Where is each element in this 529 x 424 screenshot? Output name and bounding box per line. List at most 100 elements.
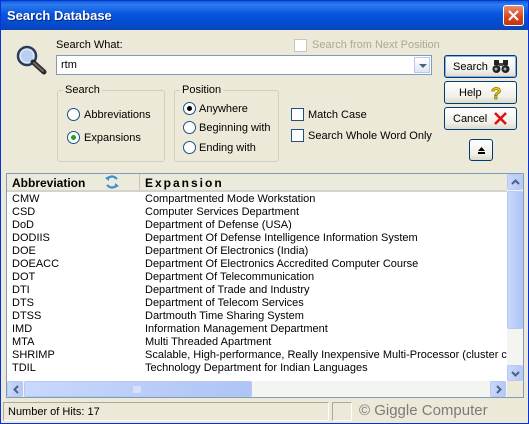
table-row[interactable]: DTSS Dartmouth Time Sharing System xyxy=(7,310,510,323)
help-button[interactable]: Help ? xyxy=(444,81,517,104)
table-row[interactable]: DTI Department of Trade and Industry xyxy=(7,284,510,297)
radio-anywhere[interactable] xyxy=(183,102,196,115)
abbreviation-cell: IMD xyxy=(12,323,33,335)
radio-beginning-with-label: Beginning with xyxy=(199,122,271,134)
radio-anywhere-label: Anywhere xyxy=(199,103,248,115)
abbreviation-cell: MTA xyxy=(12,336,35,348)
search-button[interactable]: Search xyxy=(444,55,517,78)
search-group xyxy=(57,90,165,162)
horizontal-scroll-thumb[interactable] xyxy=(24,381,252,397)
table-row[interactable]: TDIL Technology Department for Indian Lan… xyxy=(7,362,510,375)
radio-ending-with[interactable] xyxy=(183,141,196,154)
expansion-cell: Information Management Department xyxy=(145,323,328,335)
cancel-button-label: Cancel xyxy=(453,113,488,125)
table-row[interactable]: SHRIMP Scalable, High-performance, Really… xyxy=(7,349,510,362)
abbreviation-cell: DTS xyxy=(12,297,34,309)
expansion-cell: Multi Threaded Apartment xyxy=(145,336,272,348)
list-header: Abbreviation Expansion xyxy=(7,174,510,192)
scroll-down-button[interactable] xyxy=(507,365,523,381)
close-icon xyxy=(508,10,519,21)
table-row[interactable]: CMW Compartmented Mode Workstation xyxy=(7,193,510,206)
expansion-cell: Department of Telecom Services xyxy=(145,297,304,309)
search-button-label: Search xyxy=(453,61,488,73)
scroll-corner xyxy=(507,381,523,397)
vertical-scroll-thumb[interactable] xyxy=(507,191,523,329)
combo-dropdown-arrow[interactable] xyxy=(414,57,430,73)
expansion-cell: Department of Defense (USA) xyxy=(145,219,292,231)
column-header-abbreviation[interactable]: Abbreviation xyxy=(7,174,140,190)
help-button-label: Help xyxy=(459,87,482,99)
chevron-up-icon xyxy=(511,179,520,185)
status-panel-empty xyxy=(332,402,352,421)
abbreviation-cell: DOE xyxy=(12,245,36,257)
chevron-left-icon xyxy=(13,385,19,394)
expansion-cell: Computer Services Department xyxy=(145,206,300,218)
status-panel-hits: Number of Hits: 17 xyxy=(3,402,329,421)
abbreviation-cell: CSD xyxy=(12,206,36,218)
search-what-combobox[interactable]: rtm xyxy=(56,55,432,75)
help-question-icon: ? xyxy=(491,84,502,102)
table-row[interactable]: IMD Information Management Department xyxy=(7,323,510,336)
abbreviation-cell: TDIL xyxy=(12,362,36,374)
scroll-grip-icon xyxy=(133,386,141,393)
abbreviation-cell: CMW xyxy=(12,193,40,205)
svg-text:?: ? xyxy=(491,84,501,102)
magnifier-icon xyxy=(16,45,47,75)
position-group-label: Position xyxy=(180,84,224,96)
scroll-right-button[interactable] xyxy=(490,381,506,397)
match-case-label: Match Case xyxy=(308,109,367,121)
sort-icon xyxy=(105,175,119,189)
expansion-cell: Scalable, High-performance, Really Inexp… xyxy=(145,349,509,361)
radio-abbreviations[interactable] xyxy=(67,108,80,121)
horizontal-scrollbar[interactable] xyxy=(7,381,523,397)
expansion-cell: Compartmented Mode Workstation xyxy=(145,193,316,205)
close-button[interactable] xyxy=(503,5,524,26)
scroll-up-button[interactable] xyxy=(507,174,523,190)
search-what-label: Search What: xyxy=(56,39,123,51)
table-row[interactable]: DOT Department Of Telecommunication xyxy=(7,271,510,284)
whole-word-checkbox[interactable] xyxy=(291,129,304,142)
copyright-text: © Giggle Computer xyxy=(359,402,488,419)
expansion-cell: Department Of Electronics Accredited Com… xyxy=(145,258,419,270)
search-from-next-checkbox[interactable] xyxy=(294,39,307,52)
column-header-expansion[interactable]: Expansion xyxy=(145,176,224,190)
results-list[interactable]: Abbreviation Expansion CMW Compartmented … xyxy=(6,173,524,398)
expansion-cell: Department Of Defense Intelligence Infor… xyxy=(145,232,418,244)
table-row[interactable]: MTA Multi Threaded Apartment xyxy=(7,336,510,349)
collapse-up-icon xyxy=(478,147,485,154)
expansion-cell: Department of Trade and Industry xyxy=(145,284,310,296)
expansion-cell: Dartmouth Time Sharing System xyxy=(145,310,304,322)
scroll-left-button[interactable] xyxy=(7,381,23,397)
abbreviation-cell: DOT xyxy=(12,271,36,283)
table-row[interactable]: DOE Department Of Electronics (India) xyxy=(7,245,510,258)
chevron-right-icon xyxy=(496,385,502,394)
binoculars-icon xyxy=(492,60,510,73)
title-bar[interactable]: Search Database xyxy=(1,1,528,30)
table-row[interactable]: DODIIS Department Of Defense Intelligence… xyxy=(7,232,510,245)
abbreviation-cell: DODIIS xyxy=(12,232,50,244)
table-row[interactable]: DoD Department of Defense (USA) xyxy=(7,219,510,232)
expansion-cell: Technology Department for Indian Languag… xyxy=(145,362,368,374)
radio-expansions[interactable] xyxy=(67,131,80,144)
radio-beginning-with[interactable] xyxy=(183,121,196,134)
search-group-label: Search xyxy=(63,84,102,96)
table-row[interactable]: CSD Computer Services Department xyxy=(7,206,510,219)
radio-abbreviations-label: Abbreviations xyxy=(84,109,151,121)
abbreviation-cell: DoD xyxy=(12,219,35,231)
expansion-cell: Department Of Telecommunication xyxy=(145,271,315,283)
table-row[interactable]: DTS Department of Telecom Services xyxy=(7,297,510,310)
cancel-button[interactable]: Cancel xyxy=(444,107,517,130)
hits-count: Number of Hits: 17 xyxy=(8,406,100,418)
collapse-button[interactable] xyxy=(469,139,493,161)
match-case-checkbox[interactable] xyxy=(291,108,304,121)
chevron-down-icon xyxy=(511,371,520,377)
search-what-value: rtm xyxy=(61,59,77,71)
window-title: Search Database xyxy=(7,8,112,23)
table-row[interactable]: DOEACC Department Of Electronics Accredit… xyxy=(7,258,510,271)
cancel-x-icon xyxy=(494,112,507,125)
whole-word-label: Search Whole Word Only xyxy=(308,130,432,142)
abbreviation-cell: DOEACC xyxy=(12,258,60,270)
vertical-scrollbar[interactable] xyxy=(507,174,523,381)
search-from-next-label: Search from Next Position xyxy=(312,39,440,51)
radio-expansions-label: Expansions xyxy=(84,132,141,144)
